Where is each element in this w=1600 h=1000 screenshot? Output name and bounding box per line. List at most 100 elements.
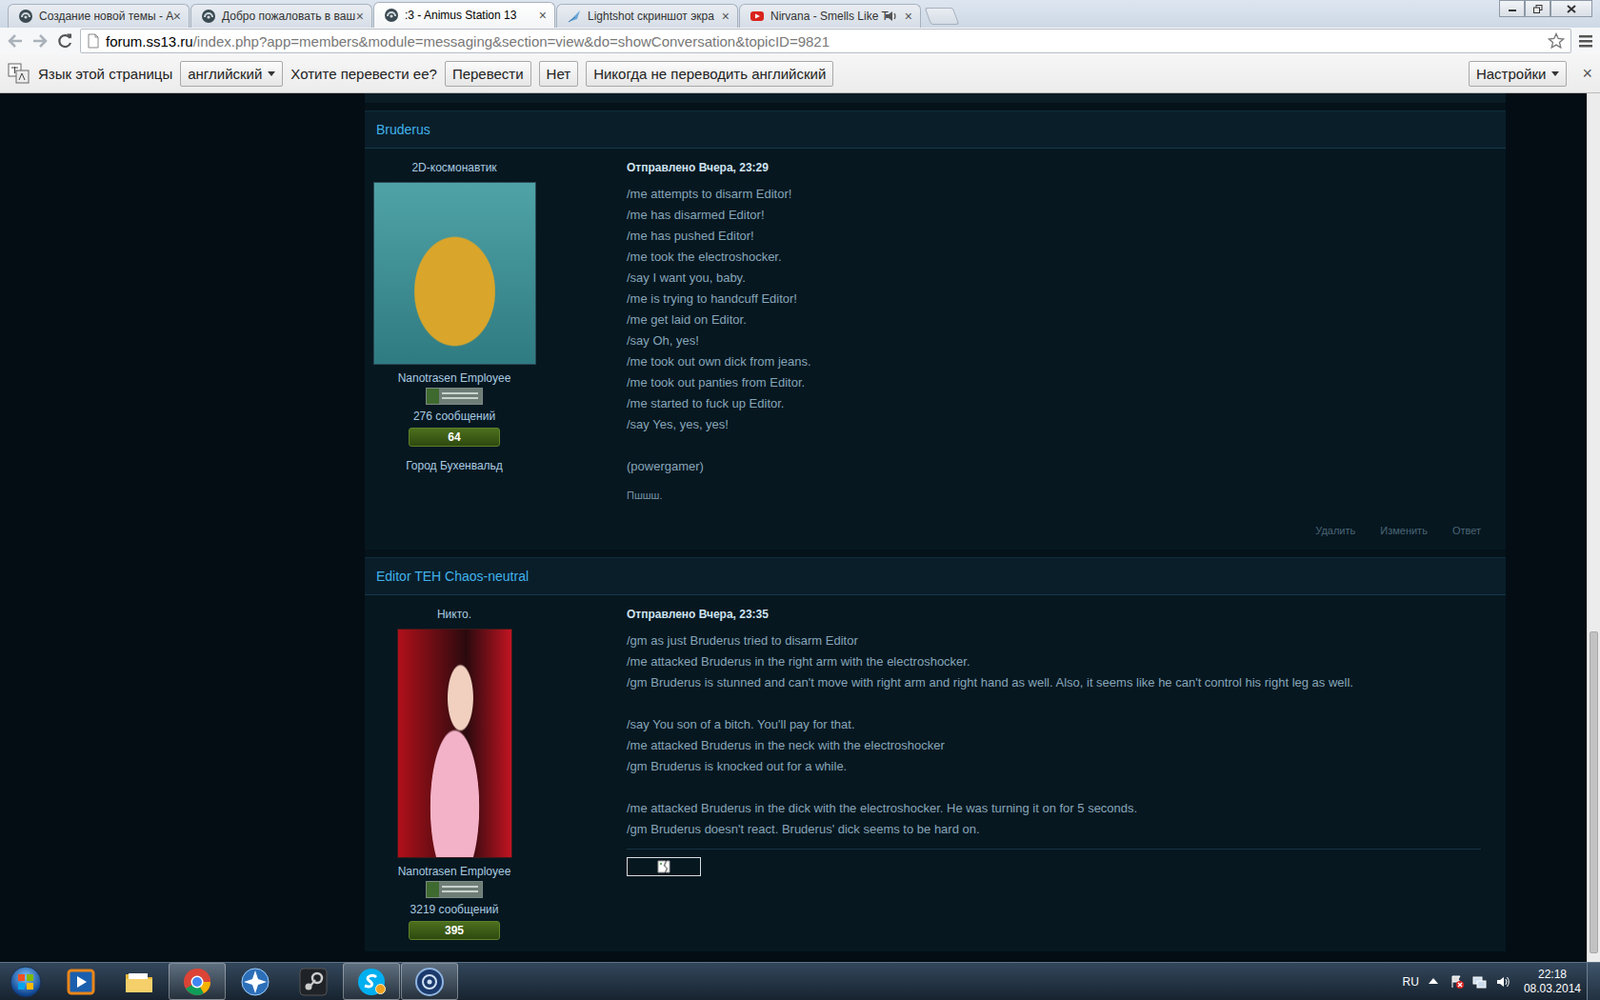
tab-close-button[interactable]: × xyxy=(356,9,364,23)
page-language-label: Язык этой страницы xyxy=(38,65,173,82)
message-line: (powergamer) xyxy=(626,456,1481,478)
taskbar-button[interactable] xyxy=(342,962,400,1000)
tab-label: Lightshot скриншот экра xyxy=(587,9,717,23)
volume-tray-icon[interactable] xyxy=(1495,974,1511,990)
post-header: Bruderus xyxy=(364,111,1506,149)
arrow-tray-icon[interactable] xyxy=(1426,974,1442,990)
message-line: /me attacked Bruderus in the neck with t… xyxy=(626,735,1481,757)
new-tab-button[interactable] xyxy=(924,7,960,25)
window-controls xyxy=(1499,0,1593,18)
post-body: 2D-космонавтикNanotrasen Employee276 соо… xyxy=(364,148,1506,550)
translate-button[interactable]: Никогда не переводить английский xyxy=(585,60,834,87)
scrollbar[interactable] xyxy=(1586,93,1600,962)
settings-dropdown[interactable]: Настройки xyxy=(1468,60,1568,87)
taskbar-button[interactable] xyxy=(0,962,52,1000)
post-action[interactable]: Изменить xyxy=(1380,523,1428,539)
forward-arrow-icon[interactable] xyxy=(30,31,50,51)
translate-button[interactable]: Перевести xyxy=(444,60,532,87)
tab-close-button[interactable]: × xyxy=(173,9,181,23)
message-line: /say Yes, yes, yes! xyxy=(626,414,1481,436)
message-line: /me is trying to handcuff Editor! xyxy=(626,288,1481,310)
close-translate-bar[interactable]: × xyxy=(1581,63,1593,84)
member-location: Город Бухенвальд xyxy=(405,458,503,474)
translate-bar: Язык этой страницы английский Хотите перев… xyxy=(0,54,1600,94)
start-icon xyxy=(9,965,42,999)
minimize-button[interactable] xyxy=(1499,0,1525,18)
member-group: Nanotrasen Employee xyxy=(398,863,512,880)
message-line: /me get laid on Editor. xyxy=(626,309,1481,331)
browser-tab[interactable]: Создание новой темы - A × xyxy=(7,3,190,28)
dropdown-arrow-icon xyxy=(1551,71,1560,77)
taskbar-button[interactable] xyxy=(168,962,226,1000)
speaker-icon[interactable] xyxy=(883,8,900,24)
message-paragraph: /say You son of a bitch. You'll pay for … xyxy=(626,714,1481,778)
tab-close-button[interactable]: × xyxy=(721,9,730,23)
tab-label: Создание новой темы - A xyxy=(39,9,168,23)
address-bar[interactable]: forum.ss13.ru/index.php?app=members&modu… xyxy=(80,28,1572,54)
author-title: Никто. xyxy=(437,606,472,622)
browser-tab[interactable]: Nirvana - Smells Like T× xyxy=(739,3,921,28)
post-count: 276 сообщений xyxy=(413,408,496,424)
back-arrow-icon[interactable] xyxy=(5,31,25,51)
post-count: 3219 сообщений xyxy=(410,901,500,918)
taskbar-button[interactable] xyxy=(110,962,168,1000)
post-action[interactable]: Ответ xyxy=(1452,523,1481,539)
message-line: /me attacked Bruderus in the dick with t… xyxy=(626,798,1481,820)
close-window-button[interactable] xyxy=(1550,0,1593,18)
input-language[interactable]: RU xyxy=(1402,975,1420,989)
url-domain: forum.ss13.ru xyxy=(105,33,194,50)
message-post: Bruderus 2D-космонавтикNanotrasen Employe… xyxy=(364,110,1506,550)
dropdown-arrow-icon xyxy=(267,71,276,77)
media-icon xyxy=(64,965,98,999)
browser-tab[interactable]: :3 - Animus Station 13× xyxy=(373,1,556,28)
restore-button[interactable] xyxy=(1524,0,1551,18)
post-actions: Удалить Изменить Ответ xyxy=(626,523,1481,539)
author-name[interactable]: Editor TEH Chaos-neutral xyxy=(376,568,529,584)
post-action[interactable]: Удалить xyxy=(1315,523,1356,539)
forum-favicon-icon xyxy=(383,7,400,23)
browser-content: Bruderus 2D-космонавтикNanotrasen Employe… xyxy=(0,93,1600,962)
chrome-icon xyxy=(180,965,214,999)
restore-icon xyxy=(1533,4,1543,14)
scroll-offset xyxy=(1589,93,1599,632)
reload-icon[interactable] xyxy=(55,31,75,51)
message-line: /say You son of a bitch. You'll pay for … xyxy=(626,714,1481,736)
bookmark-star-icon[interactable] xyxy=(1547,32,1565,50)
show-desktop-button[interactable] xyxy=(1586,962,1600,1000)
flag-tray-icon[interactable] xyxy=(1449,974,1465,990)
message-paragraph: (powergamer) xyxy=(626,456,1481,478)
taskbar-button[interactable] xyxy=(226,962,284,1000)
tab-close-button[interactable]: × xyxy=(904,9,913,23)
conversation-column: Bruderus 2D-космонавтикNanotrasen Employe… xyxy=(364,93,1506,952)
message-line: /me took the electroshocker. xyxy=(626,246,1481,268)
taskbar-button[interactable] xyxy=(52,962,110,1000)
author-name[interactable]: Bruderus xyxy=(376,121,431,138)
message-text: /gm as just Bruderus tried to disarm Edi… xyxy=(626,630,1481,840)
avatar xyxy=(373,181,537,365)
tab-close-button[interactable]: × xyxy=(539,8,547,22)
message-line: /me took out panties from Editor. xyxy=(626,372,1481,394)
clock[interactable]: 22:1808.03.2014 xyxy=(1518,967,1587,997)
reputation: 64 xyxy=(408,427,500,447)
explorer-icon xyxy=(122,965,156,999)
network-tray-icon[interactable] xyxy=(1472,974,1488,990)
browser-tab[interactable]: Добро пожаловать в ваш × xyxy=(190,3,373,28)
member-group: Nanotrasen Employee xyxy=(398,370,512,386)
message-line: /gm Bruderus is stunned and can't move w… xyxy=(626,672,1481,694)
browser-tab[interactable]: Lightshot скриншот экра × xyxy=(556,3,739,28)
message-line: /say Oh, yes! xyxy=(626,330,1481,352)
translate-question: Хотите перевести ее? xyxy=(290,65,438,82)
message-line: /gm Bruderus is knocked out for a while. xyxy=(626,756,1481,778)
author-info: 2D-космонавтикNanotrasen Employee276 соо… xyxy=(364,160,544,539)
translate-button[interactable]: Нет xyxy=(539,60,580,87)
message-paragraph: /gm as just Bruderus tried to disarm Edi… xyxy=(626,630,1481,694)
message-line: /say I want you, baby. xyxy=(626,267,1481,289)
taskbar-button[interactable] xyxy=(284,962,342,1000)
language-select[interactable]: английский xyxy=(180,60,283,87)
scrollbar-thumb[interactable] xyxy=(1589,631,1599,953)
page-icon xyxy=(86,33,100,49)
tab-label: Добро пожаловать в ваш xyxy=(221,9,351,23)
message-line: /me attacked Bruderus in the right arm w… xyxy=(626,651,1481,673)
taskbar-button[interactable] xyxy=(400,962,459,1000)
menu-icon[interactable] xyxy=(1577,32,1595,50)
